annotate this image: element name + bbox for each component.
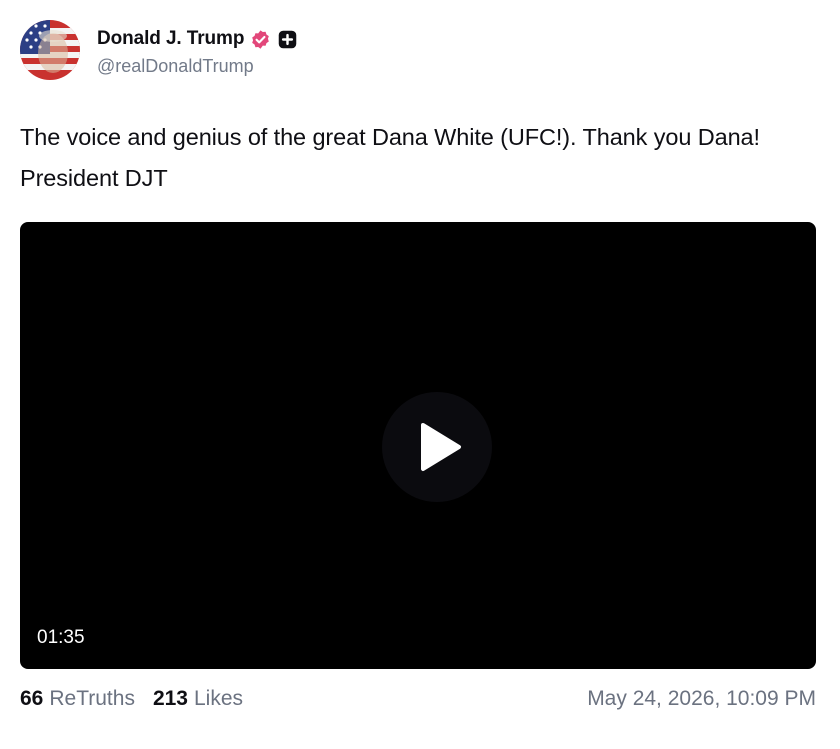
post-timestamp[interactable]: May 24, 2026, 10:09 PM <box>587 687 816 711</box>
likes-stat[interactable]: 213 Likes <box>153 687 243 711</box>
name-row: Donald J. Trump <box>97 26 298 52</box>
retruths-stat[interactable]: 66 ReTruths <box>20 687 135 711</box>
likes-count: 213 <box>152 687 188 710</box>
post-header: Donald J. Trump @realDonaldTrump <box>20 20 298 82</box>
plus-badge-icon <box>277 29 298 50</box>
avatar[interactable] <box>20 20 80 80</box>
post-text: The voice and genius of the great Dana W… <box>20 124 760 191</box>
post-card: Donald J. Trump @realDonaldTrump The voi… <box>0 0 840 749</box>
likes-label: Likes <box>194 687 244 710</box>
author-names: Donald J. Trump @realDonaldTrump <box>97 26 298 77</box>
author-handle[interactable]: @realDonaldTrump <box>97 56 298 77</box>
play-icon <box>421 423 461 471</box>
play-button[interactable] <box>382 392 492 502</box>
post-footer: 66 ReTruths 213 Likes May 24, 2026, 10:0… <box>20 683 816 715</box>
author-display-name[interactable]: Donald J. Trump <box>97 28 244 50</box>
avatar-image <box>20 20 80 80</box>
video-player[interactable]: 01:35 <box>20 222 816 669</box>
verified-badge-icon <box>250 29 271 50</box>
video-duration: 01:35 <box>37 627 85 648</box>
retruths-count: 66 <box>20 687 44 710</box>
retruths-label: ReTruths <box>49 687 135 710</box>
